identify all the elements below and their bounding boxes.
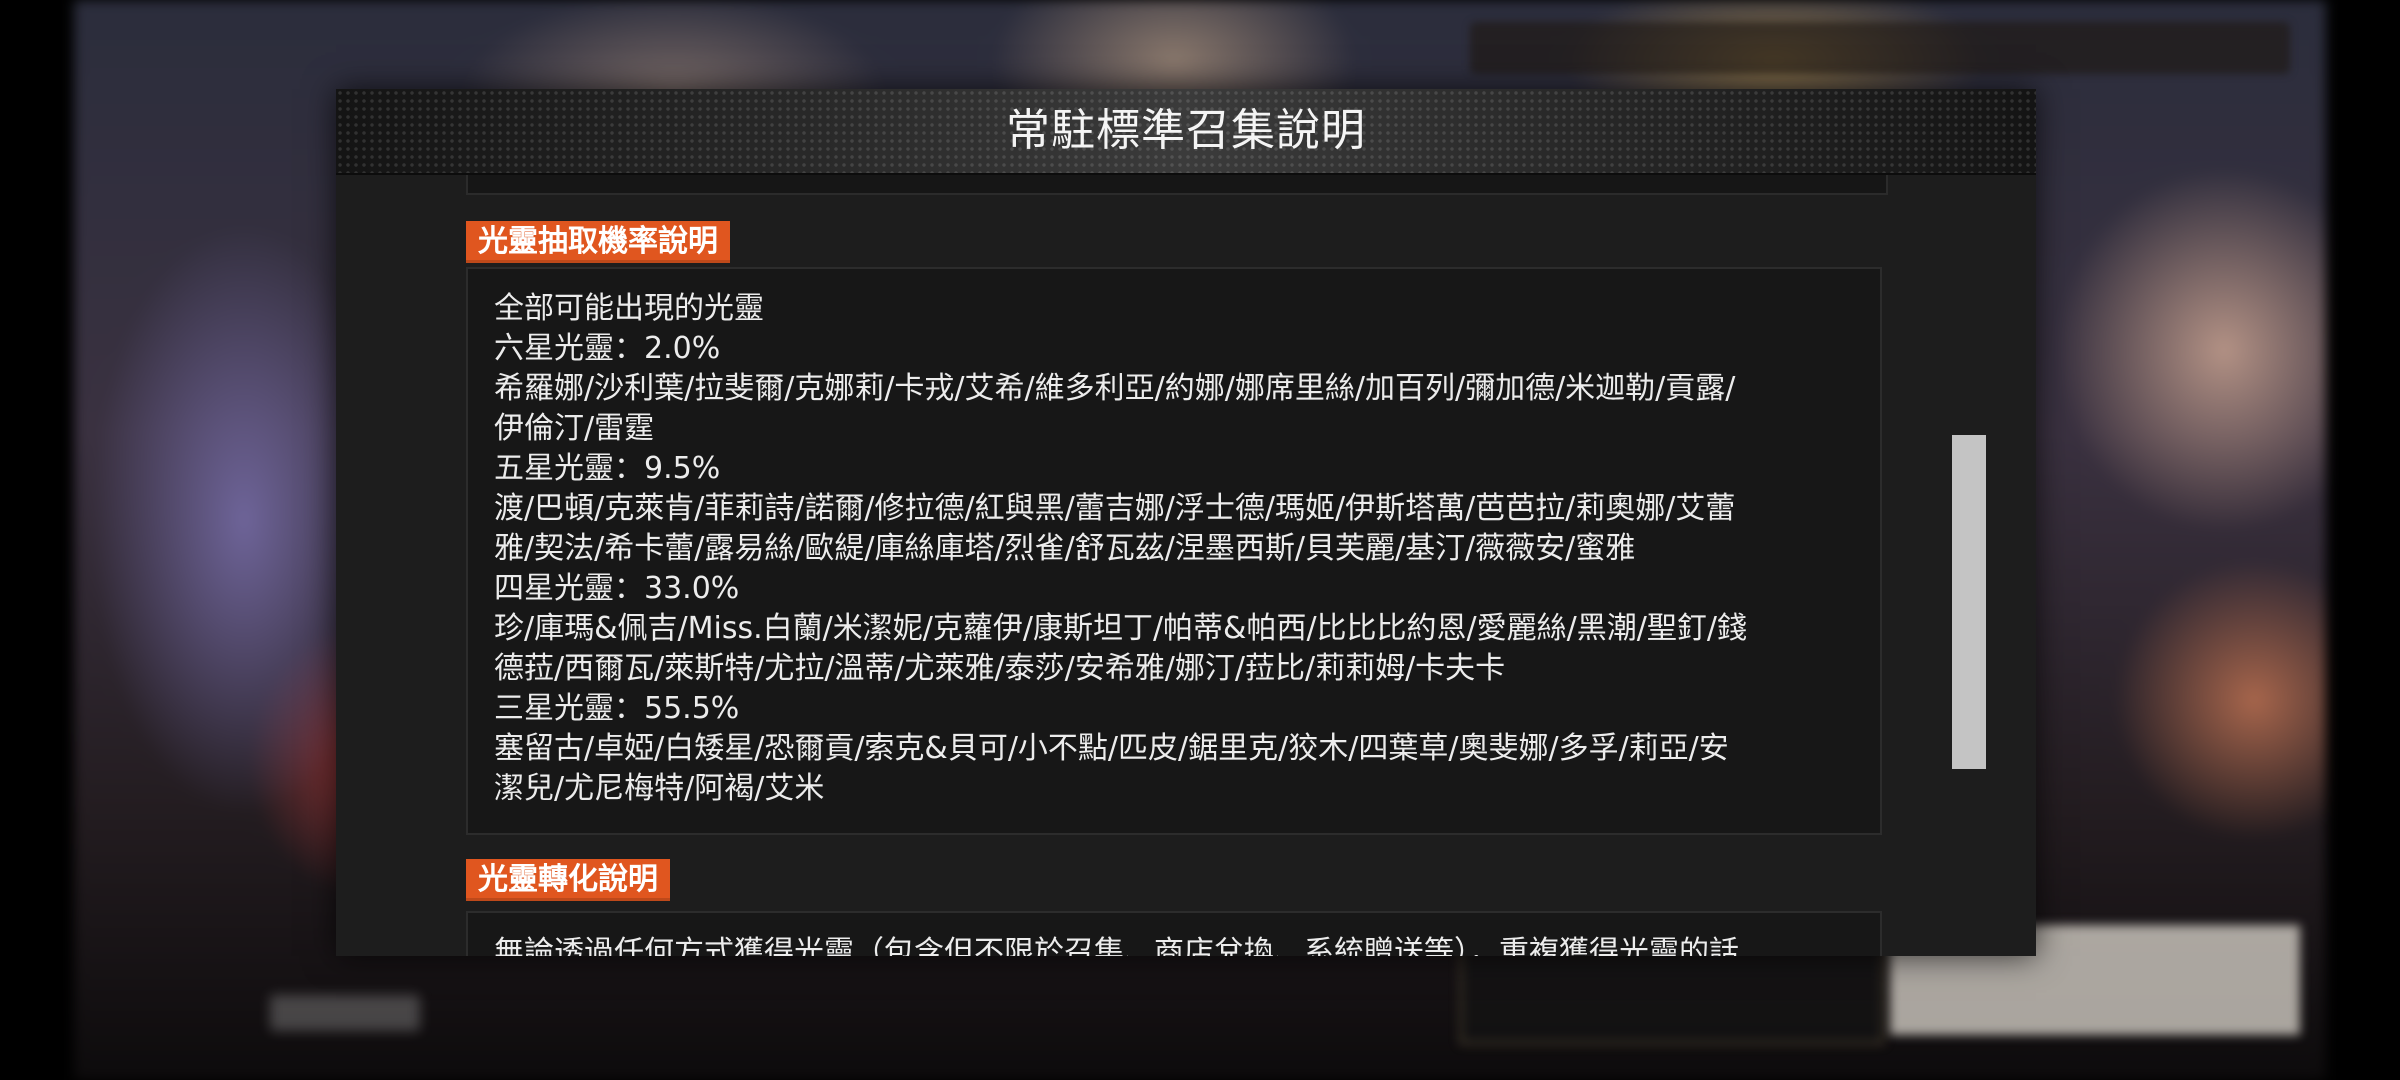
rates-line: 德菈/西爾瓦/萊斯特/尤拉/溫蒂/尤萊雅/泰莎/安希雅/娜汀/菈比/莉莉姆/卡夫…	[494, 651, 1506, 686]
rates-line: 希羅娜/沙利葉/拉斐爾/克娜莉/卡戎/艾希/維多利亞/約娜/娜席里絲/加百列/彌…	[494, 371, 1736, 406]
rates-line: 四星光靈：33.0%	[494, 571, 740, 606]
rates-line: 全部可能出現的光靈	[494, 291, 764, 326]
dialog-scroll-content[interactable]: 光靈抽取機率說明 全部可能出現的光靈 六星光靈：2.0% 希羅娜/沙利葉/拉斐爾…	[336, 175, 2036, 956]
scrollbar-thumb[interactable]	[1952, 435, 1986, 769]
rates-line: 三星光靈：55.5%	[494, 691, 740, 726]
dialog-header: 常駐標準召集說明	[336, 89, 2036, 175]
previous-section-box-edge	[466, 175, 1888, 195]
rates-line: 六星光靈：2.0%	[494, 331, 721, 366]
section-heading-conversion: 光靈轉化說明	[466, 859, 670, 901]
draw-rates-box: 全部可能出現的光靈 六星光靈：2.0% 希羅娜/沙利葉/拉斐爾/克娜莉/卡戎/艾…	[466, 267, 1882, 835]
rates-line: 珍/庫瑪&佩吉/Miss.白蘭/米潔妮/克蘿伊/康斯坦丁/帕蒂&帕西/比比比約恩…	[494, 611, 1747, 646]
conversion-line: 無論透過任何方式獲得光靈（包含但不限於召集、商店兌換、系統贈送等），重複獲得光靈…	[494, 935, 1739, 956]
game-screen: 常駐標準召集說明 光靈抽取機率說明 全部可能出現的光靈 六星光靈：2.0% 希羅…	[0, 0, 2400, 1080]
rates-line: 塞留古/卓婭/白矮星/恐爾貢/索克&貝可/小不點/匹皮/鋸里克/狡木/四葉草/奧…	[494, 731, 1729, 766]
background-bottom-left-button	[270, 995, 420, 1031]
rates-line: 雅/契法/希卡蕾/露易絲/歐緹/庫絲庫塔/烈雀/舒瓦茲/涅墨西斯/貝芙麗/基汀/…	[494, 531, 1636, 566]
summon-info-dialog: 常駐標準召集說明 光靈抽取機率說明 全部可能出現的光靈 六星光靈：2.0% 希羅…	[336, 89, 2036, 956]
draw-rates-text: 全部可能出現的光靈 六星光靈：2.0% 希羅娜/沙利葉/拉斐爾/克娜莉/卡戎/艾…	[494, 289, 1864, 809]
section-heading-draw-rates: 光靈抽取機率說明	[466, 221, 730, 263]
rates-line: 伊倫汀/雷霆	[494, 411, 655, 446]
dialog-title: 常駐標準召集說明	[1006, 105, 1366, 156]
conversion-box: 無論透過任何方式獲得光靈（包含但不限於召集、商店兌換、系統贈送等），重複獲得光靈…	[466, 911, 1882, 956]
rates-line: 五星光靈：9.5%	[494, 451, 721, 486]
conversion-text: 無論透過任何方式獲得光靈（包含但不限於召集、商店兌換、系統贈送等），重複獲得光靈…	[494, 933, 1864, 956]
rates-line: 渡/巴頓/克萊肯/菲莉詩/諾爾/修拉德/紅與黑/蕾吉娜/浮士德/瑪姬/伊斯塔萬/…	[494, 491, 1736, 526]
rates-line: 潔兒/尤尼梅特/阿褐/艾米	[494, 771, 825, 806]
background-top-bar	[1470, 22, 2290, 74]
